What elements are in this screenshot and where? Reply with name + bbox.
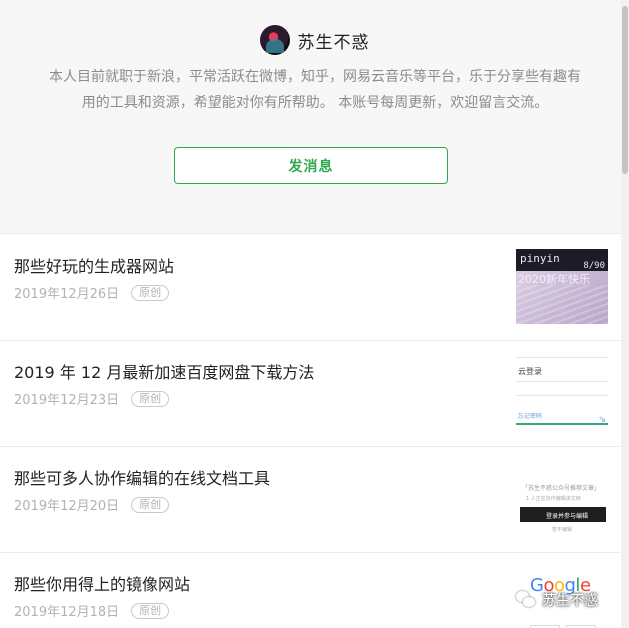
profile-name: 苏生不惑 bbox=[297, 32, 370, 53]
article-thumbnail[interactable]: 「苏生不惑公众号推荐文章」 1 人正在协作编辑该文档 登录并参与编辑 暂不编辑 bbox=[516, 461, 608, 536]
thumbnail-text: 8/90 bbox=[583, 261, 605, 271]
watermark-text: 苏生不惑 bbox=[542, 593, 598, 609]
original-badge: 原创 bbox=[131, 390, 170, 407]
original-badge: 原创 bbox=[131, 496, 170, 513]
article-item-1[interactable]: 那些好玩的生成器网站 2019年12月26日 原创 pinyin 8/90 20… bbox=[0, 235, 621, 341]
article-item-2[interactable]: 2019 年 12 月最新加速百度网盘下载方法 2019年12月23日 原创 云… bbox=[0, 341, 621, 447]
thumbnail-text: 云登录 bbox=[518, 367, 542, 376]
send-message-button[interactable]: 发消息 bbox=[174, 147, 448, 184]
article-title[interactable]: 2019 年 12 月最新加速百度网盘下载方法 bbox=[14, 359, 314, 383]
profile-identity: 苏生不惑 bbox=[0, 24, 629, 56]
thumbnail-text: 忘记密码 bbox=[518, 413, 543, 420]
article-meta: 2019年12月26日 原创 bbox=[14, 283, 170, 302]
profile-description: 本人目前就职于新浪，平常活跃在微博，知乎，网易云音乐等平台，乐于分享些有趣有 用… bbox=[24, 64, 606, 116]
profile-description-line1: 本人目前就职于新浪，平常活跃在微博，知乎，网易云音乐等平台，乐于分享些有趣有 bbox=[49, 69, 581, 85]
thumbnail-text: pinyin bbox=[520, 252, 560, 265]
wechat-icon bbox=[516, 591, 536, 609]
original-badge: 原创 bbox=[131, 602, 170, 619]
article-title[interactable]: 那些好玩的生成器网站 bbox=[14, 253, 174, 277]
thumbnail-text: 暂不编辑 bbox=[552, 527, 573, 533]
article-item-3[interactable]: 那些可多人协作编辑的在线文档工具 2019年12月20日 原创 「苏生不惑公众号… bbox=[0, 447, 621, 553]
thumbnail-text: 「苏生不惑公众号推荐文章」 bbox=[522, 485, 601, 492]
article-meta: 2019年12月20日 原创 bbox=[14, 495, 170, 514]
avatar[interactable] bbox=[259, 25, 290, 55]
scrollbar-thumb[interactable] bbox=[622, 6, 628, 174]
profile-header: 苏生不惑 本人目前就职于新浪，平常活跃在微博，知乎，网易云音乐等平台，乐于分享些… bbox=[0, 0, 629, 234]
wechat-watermark: 苏生不惑 bbox=[516, 590, 598, 610]
article-meta: 2019年12月18日 原创 bbox=[14, 601, 170, 620]
profile-description-line2: 用的工具和资源，希望能对你有所帮助。 本账号每周更新，欢迎留言交流。 bbox=[81, 95, 549, 111]
original-badge: 原创 bbox=[131, 284, 170, 301]
article-thumbnail[interactable]: 云登录 忘记密码 ⇘ bbox=[516, 355, 608, 430]
scrollbar[interactable] bbox=[621, 0, 629, 628]
article-title[interactable]: 那些可多人协作编辑的在线文档工具 bbox=[14, 465, 270, 489]
article-date: 2019年12月26日 bbox=[14, 287, 120, 302]
article-meta: 2019年12月23日 原创 bbox=[14, 389, 170, 408]
article-title[interactable]: 那些你用得上的镜像网站 bbox=[14, 571, 190, 595]
thumbnail-text: 登录并参与编辑 bbox=[546, 513, 589, 520]
thumbnail-text: 1 人正在协作编辑该文档 bbox=[526, 496, 581, 502]
article-date: 2019年12月18日 bbox=[14, 605, 120, 620]
article-date: 2019年12月20日 bbox=[14, 499, 120, 514]
article-date: 2019年12月23日 bbox=[14, 393, 120, 408]
article-thumbnail[interactable]: pinyin 8/90 2020新年快乐 bbox=[516, 249, 608, 324]
